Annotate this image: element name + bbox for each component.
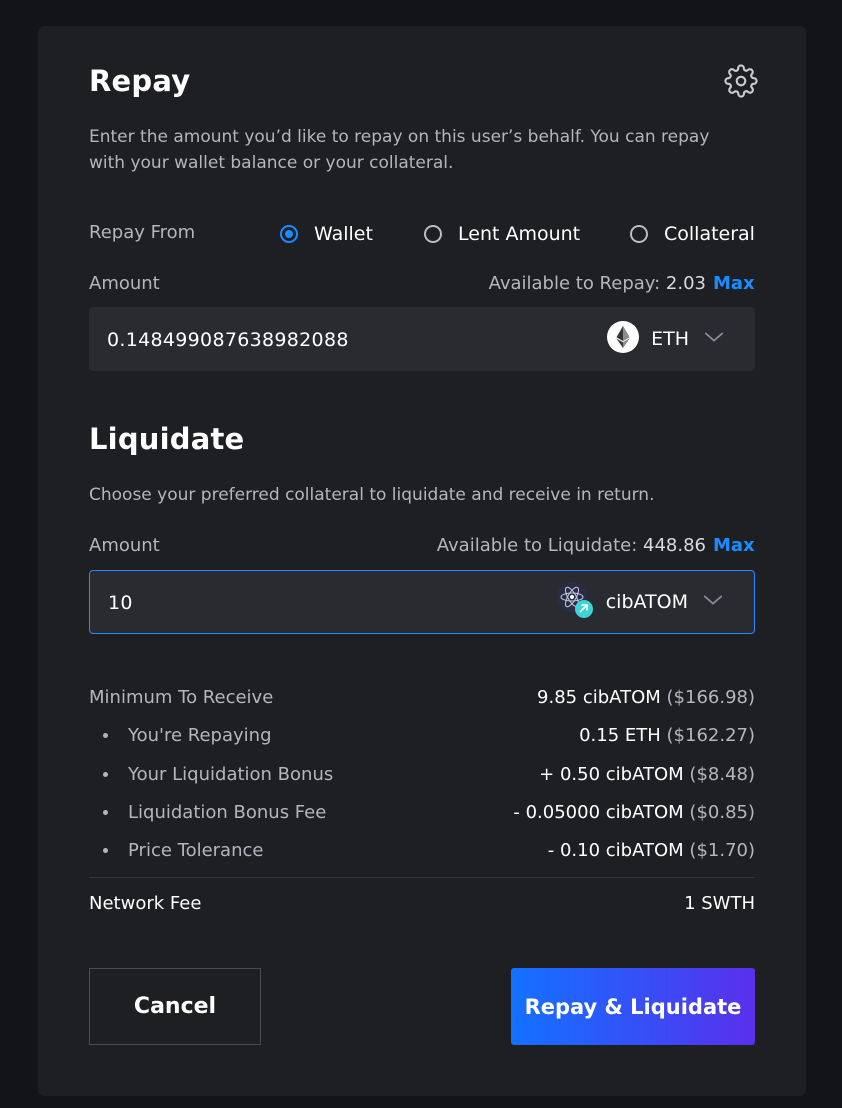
liquidate-token-name: cibATOM (605, 591, 688, 613)
summary-usd: ($162.27) (666, 724, 755, 746)
repay-token-select[interactable]: ETH (607, 307, 725, 371)
summary-row-repaying: You're Repaying 0.15 ETH ($162.27) (89, 723, 755, 747)
network-fee-row: Network Fee 1 SWTH (89, 891, 755, 915)
bullet-icon (103, 732, 108, 738)
available-to-repay-label: Available to Repay: (488, 273, 661, 294)
minimum-to-receive-usd: ($166.98) (666, 686, 755, 708)
gear-icon[interactable] (724, 64, 758, 98)
repay-liquidate-button[interactable]: Repay & Liquidate (511, 968, 755, 1045)
radio-lent-amount[interactable]: Lent Amount (424, 221, 580, 247)
liquidate-max-button[interactable]: Max (713, 535, 755, 556)
radio-collateral[interactable]: Collateral (630, 221, 755, 247)
repay-from-label: Repay From (89, 222, 196, 243)
summary-row-price-tolerance: Price Tolerance - 0.10 cibATOM ($1.70) (89, 838, 755, 862)
radio-wallet-indicator[interactable] (280, 225, 298, 243)
repay-amount-input[interactable] (105, 307, 539, 373)
liquidate-amount-label: Amount (89, 535, 160, 556)
liquidate-amount-field: cibATOM (89, 570, 755, 635)
summary-row-liquidation-bonus: Your Liquidation Bonus + 0.50 cibATOM ($… (89, 762, 755, 786)
summary-row-bonus-fee: Liquidation Bonus Fee - 0.05000 cibATOM … (89, 800, 755, 824)
minimum-to-receive-label: Minimum To Receive (89, 686, 274, 708)
radio-wallet-label: Wallet (314, 223, 373, 245)
minimum-to-receive-row: Minimum To Receive 9.85 cibATOM ($166.98… (89, 685, 755, 709)
liquidate-token-select[interactable]: cibATOM (556, 571, 724, 633)
summary-amount: - 0.05000 cibATOM (513, 801, 684, 823)
radio-lent-amount-indicator[interactable] (424, 225, 442, 243)
radio-lent-amount-label: Lent Amount (458, 223, 581, 245)
available-to-liquidate-value: 448.86 (643, 535, 706, 556)
repay-max-button[interactable]: Max (713, 273, 755, 294)
radio-wallet[interactable]: Wallet (280, 221, 373, 247)
network-fee-label: Network Fee (89, 892, 202, 914)
summary-label: Your Liquidation Bonus (128, 763, 334, 785)
bullet-icon (103, 771, 108, 777)
chevron-down-icon (703, 326, 725, 352)
liquidate-description: Choose your preferred collateral to liqu… (89, 485, 655, 505)
radio-collateral-indicator[interactable] (630, 225, 648, 243)
summary-label: Price Tolerance (128, 839, 264, 861)
liquidate-title: Liquidate (89, 422, 245, 456)
repay-description: Enter the amount you’d like to repay on … (89, 127, 710, 173)
summary-amount: - 0.10 cibATOM (547, 839, 684, 861)
repay-amount-label: Amount (89, 273, 160, 294)
summary-amount: + 0.50 cibATOM (539, 763, 684, 785)
summary-divider (89, 877, 755, 878)
repay-amount-field: ETH (89, 307, 755, 373)
repay-token-name: ETH (651, 328, 689, 350)
available-to-liquidate: Available to Liquidate: 448.86 (437, 535, 706, 556)
repay-title: Repay (89, 64, 191, 98)
liquidate-amount-input[interactable] (106, 571, 540, 635)
available-to-repay: Available to Repay: 2.03 (489, 273, 706, 294)
summary-usd: ($0.85) (689, 801, 755, 823)
network-fee-value: 1 SWTH (684, 892, 755, 914)
available-to-liquidate-label: Available to Liquidate: (436, 535, 638, 556)
minimum-to-receive-value: 9.85 cibATOM ($166.98) (537, 687, 755, 708)
summary-usd: ($1.70) (689, 839, 755, 861)
summary-label: Liquidation Bonus Fee (128, 801, 327, 823)
minimum-to-receive-amount: 9.85 cibATOM (537, 686, 661, 708)
cibatom-icon (556, 581, 594, 623)
bullet-icon (103, 847, 108, 853)
cancel-button[interactable]: Cancel (89, 968, 261, 1045)
repay-liquidate-modal: Repay Enter the amount you’d like to rep… (38, 26, 806, 1096)
radio-collateral-label: Collateral (664, 223, 755, 245)
available-to-repay-value: 2.03 (665, 273, 706, 294)
summary-usd: ($8.48) (689, 763, 755, 785)
summary-label: You're Repaying (128, 724, 272, 746)
chevron-down-icon (702, 589, 724, 615)
bullet-icon (103, 809, 108, 815)
summary-amount: 0.15 ETH (579, 724, 661, 746)
ethereum-icon (607, 321, 640, 357)
